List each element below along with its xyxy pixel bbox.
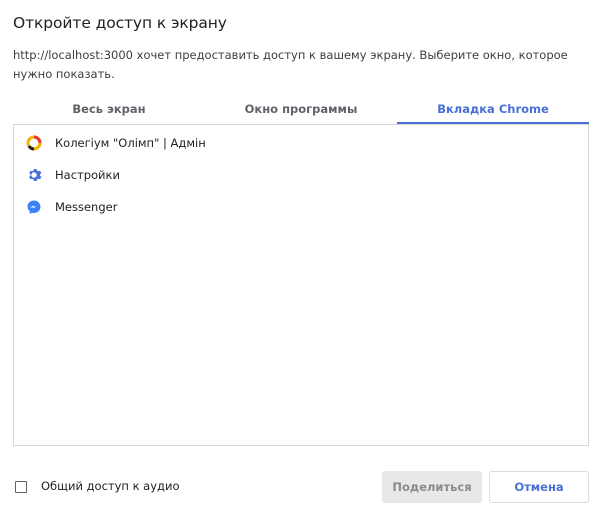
cancel-button[interactable]: Отмена (489, 471, 589, 503)
olimp-logo-icon (26, 135, 42, 151)
share-audio-checkbox[interactable] (15, 481, 27, 493)
list-item-olimp[interactable]: Колегіум "Олімп" | Адмін (14, 127, 588, 159)
list-item-label: Messenger (55, 200, 118, 214)
list-item-messenger[interactable]: Messenger (14, 191, 588, 223)
tab-entire-screen[interactable]: Весь экран (13, 98, 205, 122)
dialog-description: http://localhost:3000 хочет предоставить… (13, 48, 568, 81)
share-button[interactable]: Поделиться (382, 471, 482, 503)
source-tabs: Весь экран Окно программы Вкладка Chrome (13, 98, 589, 124)
tab-application-window[interactable]: Окно программы (205, 98, 397, 122)
list-item-label: Настройки (55, 168, 120, 182)
list-item-label: Колегіум "Олімп" | Адмін (55, 136, 206, 150)
list-item-settings[interactable]: Настройки (14, 159, 588, 191)
gear-icon (26, 167, 42, 183)
page-title: Откройте доступ к экрану (13, 14, 227, 32)
share-audio-label: Общий доступ к аудио (41, 479, 180, 493)
tab-chrome-tab[interactable]: Вкладка Chrome (397, 98, 589, 124)
source-list: Колегіум "Олімп" | Адмін Настройки Messe… (13, 124, 589, 446)
messenger-icon (26, 199, 42, 215)
